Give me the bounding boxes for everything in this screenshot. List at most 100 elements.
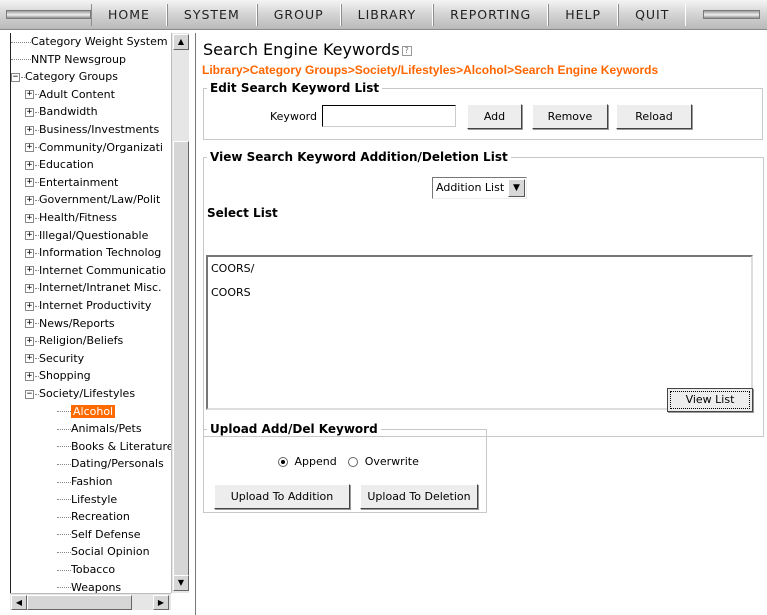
- expand-icon[interactable]: +: [25, 283, 34, 293]
- tree-item[interactable]: + Bandwidth: [25, 103, 98, 120]
- tree-connector: [57, 516, 71, 518]
- tree-scroll-thumb[interactable]: [173, 141, 189, 588]
- tree-item[interactable]: + Shopping: [25, 367, 91, 384]
- tree-item-label: News/Reports: [39, 316, 115, 330]
- chevron-down-icon[interactable]: ▼: [508, 179, 525, 197]
- tree-item[interactable]: Books & Literature: [57, 438, 171, 455]
- tree-item[interactable]: + Illegal/Questionable: [25, 227, 148, 244]
- tree-item[interactable]: + Internet Productivity: [25, 297, 151, 314]
- keyword-input[interactable]: [322, 105, 456, 127]
- tree-item[interactable]: − Category Groups: [11, 68, 118, 85]
- arrow-right-icon[interactable]: ▶: [153, 595, 169, 610]
- arrow-up-icon[interactable]: ▲: [173, 34, 189, 50]
- expand-icon[interactable]: +: [25, 213, 34, 223]
- overwrite-radio[interactable]: [348, 457, 359, 467]
- tree-item[interactable]: + Security: [25, 350, 84, 367]
- expand-icon[interactable]: +: [25, 266, 34, 276]
- menu-item-system[interactable]: SYSTEM: [166, 4, 257, 26]
- menu-item-help[interactable]: HELP: [548, 4, 619, 26]
- remove-button[interactable]: Remove: [532, 104, 608, 129]
- list-item[interactable]: COORS/: [208, 257, 751, 281]
- expand-icon[interactable]: +: [25, 107, 34, 117]
- menu-item-reporting[interactable]: REPORTING: [433, 4, 549, 26]
- collapse-icon[interactable]: −: [11, 72, 20, 82]
- expand-icon[interactable]: +: [25, 371, 34, 381]
- arrow-down-icon[interactable]: ▼: [173, 575, 189, 591]
- tree-hscroll-thumb[interactable]: [27, 595, 132, 610]
- tree-item-label: Business/Investments: [39, 123, 160, 136]
- tree-item-label: Internet Communicatio: [39, 263, 166, 277]
- expand-icon[interactable]: +: [25, 195, 34, 205]
- upload-to-deletion-button[interactable]: Upload To Deletion: [360, 484, 478, 509]
- expand-icon[interactable]: +: [25, 231, 34, 241]
- tree-item-label: Lifestyle: [71, 492, 118, 506]
- tree-item[interactable]: NNTP Newsgroup: [11, 51, 126, 68]
- tree-item[interactable]: Tobacco: [57, 561, 115, 578]
- tree-item[interactable]: + Information Technolog: [25, 244, 161, 261]
- expand-icon[interactable]: +: [25, 143, 34, 153]
- tree-item[interactable]: Fashion: [57, 473, 113, 490]
- tree-item[interactable]: + Entertainment: [25, 174, 118, 191]
- tree-item-label: Category Groups: [25, 70, 118, 84]
- tree-item[interactable]: Lifestyle: [57, 491, 117, 508]
- tree-item[interactable]: Animals/Pets: [57, 420, 142, 437]
- tree-connector: [57, 446, 71, 448]
- expand-icon[interactable]: +: [25, 336, 34, 346]
- expand-icon[interactable]: +: [25, 160, 34, 170]
- tree-item-label: Government/Law/Polit: [39, 193, 161, 207]
- upload-mode-options: Append Overwrite: [278, 455, 419, 468]
- collapse-icon[interactable]: −: [25, 389, 34, 399]
- tree-item-label: Alcohol: [71, 404, 116, 418]
- add-button[interactable]: Add: [467, 104, 522, 129]
- tree-item[interactable]: + Internet/Intranet Misc.: [25, 279, 162, 296]
- upload-to-addition-button[interactable]: Upload To Addition: [214, 484, 350, 509]
- tree-item[interactable]: Self Defense: [57, 526, 141, 543]
- keyword-select-list[interactable]: COORS/COORS: [206, 255, 753, 410]
- tree-item[interactable]: + Business/Investments: [25, 121, 159, 138]
- tree-item[interactable]: Recreation: [57, 508, 130, 525]
- tree-item[interactable]: + News/Reports: [25, 315, 115, 332]
- tree-connector: [11, 41, 31, 43]
- tree-item[interactable]: + Government/Law/Polit: [25, 191, 160, 208]
- expand-icon[interactable]: +: [25, 354, 34, 364]
- menu-item-quit[interactable]: QUIT: [618, 4, 687, 26]
- tree-item[interactable]: + Health/Fitness: [25, 209, 117, 226]
- list-type-select[interactable]: Addition List ▼: [432, 177, 527, 199]
- tree-item[interactable]: Weapons: [57, 579, 121, 593]
- arrow-left-icon[interactable]: ◀: [11, 595, 27, 610]
- expand-icon[interactable]: +: [25, 178, 34, 188]
- breadcrumb: Library>Category Groups>Society/Lifestyl…: [202, 63, 659, 77]
- append-radio[interactable]: [278, 457, 288, 467]
- tree-vertical-scrollbar[interactable]: ▲ ▼: [171, 33, 189, 593]
- expand-icon[interactable]: +: [25, 301, 34, 311]
- expand-icon[interactable]: +: [25, 90, 34, 100]
- tree-item-label: Weapons: [71, 580, 122, 593]
- expand-icon[interactable]: +: [25, 248, 34, 258]
- tree-item[interactable]: Alcohol: [57, 403, 116, 420]
- reload-button[interactable]: Reload: [616, 104, 692, 129]
- tree-item-label: Social Opinion: [71, 545, 150, 559]
- tree-item-label: Adult Content: [39, 87, 115, 101]
- tree-horizontal-scrollbar[interactable]: ◀ ▶: [10, 593, 171, 610]
- help-icon[interactable]: ?: [401, 45, 412, 56]
- tree-item[interactable]: + Community/Organizati: [25, 139, 163, 156]
- tree-item-label: Illegal/Questionable: [39, 228, 149, 242]
- tree-item[interactable]: Social Opinion: [57, 543, 150, 560]
- view-list-button[interactable]: View List: [667, 388, 753, 412]
- tree-item[interactable]: + Education: [25, 156, 94, 173]
- menu-item-group[interactable]: GROUP: [256, 4, 341, 26]
- tree-item[interactable]: Dating/Personals: [57, 455, 164, 472]
- tree-item-label: Self Defense: [71, 527, 141, 541]
- menu-item-home[interactable]: HOME: [91, 4, 167, 26]
- menu-item-library[interactable]: LIBRARY: [340, 4, 434, 26]
- expand-icon[interactable]: +: [25, 125, 34, 135]
- tree-item-label: Security: [39, 351, 85, 365]
- tree-item-label: Religion/Beliefs: [39, 334, 124, 348]
- list-item[interactable]: COORS: [208, 281, 751, 305]
- tree-item[interactable]: + Internet Communicatio: [25, 262, 166, 279]
- tree-item[interactable]: Category Weight System: [11, 33, 168, 50]
- tree-item[interactable]: + Adult Content: [25, 86, 115, 103]
- tree-item[interactable]: + Religion/Beliefs: [25, 332, 123, 349]
- expand-icon[interactable]: +: [25, 319, 34, 329]
- tree-item[interactable]: − Society/Lifestyles: [25, 385, 135, 402]
